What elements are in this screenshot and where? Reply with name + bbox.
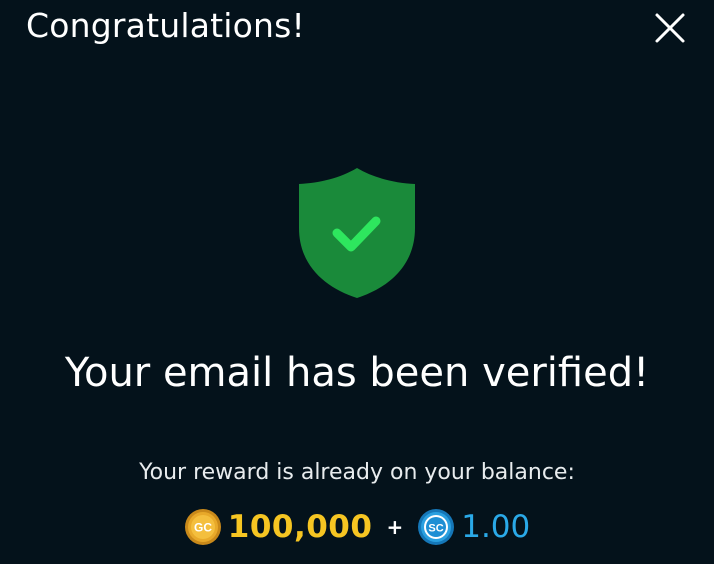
verified-headline: Your email has been verified! <box>64 350 650 396</box>
close-icon <box>655 13 685 43</box>
reward-subtext: Your reward is already on your balance: <box>139 460 575 485</box>
modal-title: Congratulations! <box>26 6 305 45</box>
verification-modal: Congratulations! Your email has been ver… <box>0 0 714 564</box>
reward-summary: GC 100,000 + SC 1.00 <box>0 506 714 548</box>
gold-coin-amount: 100,000 <box>227 509 373 545</box>
sweeps-coin-badge: SC <box>429 523 444 535</box>
close-button[interactable] <box>650 8 690 48</box>
sweeps-coin-icon: SC <box>418 509 455 545</box>
sweeps-coin-amount: 1.00 <box>461 509 531 545</box>
gold-coin-icon: GC <box>184 509 221 545</box>
gold-coin-badge: GC <box>194 521 212 535</box>
shield-check-icon <box>296 166 418 300</box>
reward-separator: + <box>386 515 404 539</box>
